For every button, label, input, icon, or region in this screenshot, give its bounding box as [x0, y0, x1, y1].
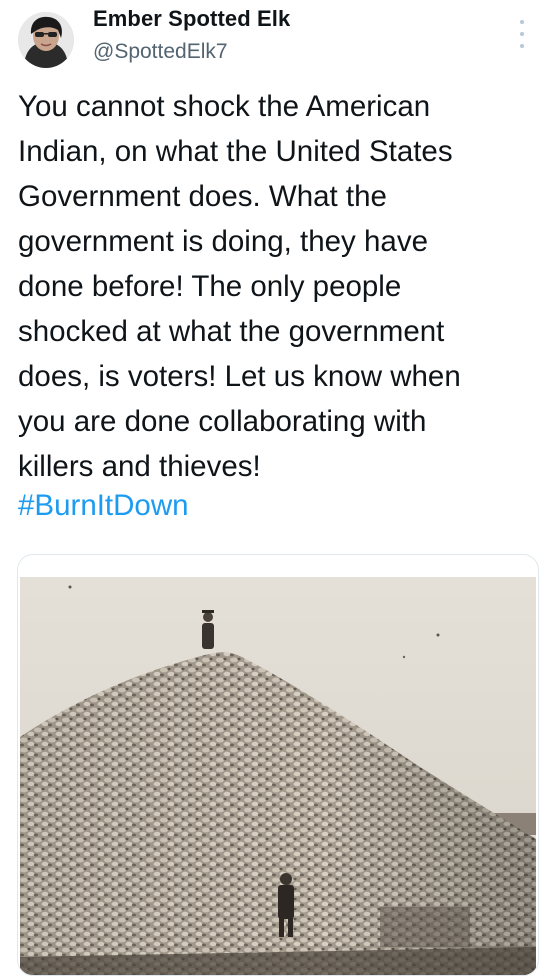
hashtag-link[interactable]: #BurnItDown [18, 483, 189, 528]
avatar[interactable] [18, 12, 74, 68]
bison-skull-pile-photo [20, 577, 536, 975]
more-dot [520, 44, 524, 48]
tweet-text-line: you are done collaborating with [18, 405, 427, 438]
more-vertical-icon[interactable] [514, 20, 530, 48]
media-photo[interactable] [20, 577, 536, 975]
avatar-image [18, 12, 74, 68]
tweet-text-line: does, is voters! Let us know when [18, 360, 461, 393]
tweet-header: Ember Spotted Elk @SpottedElk7 [0, 0, 553, 80]
author-handle[interactable]: @SpottedElk7 [93, 40, 228, 64]
more-dot [520, 20, 524, 24]
tweet-text-line: Indian, on what the United States [18, 135, 453, 168]
tweet-text-line: You cannot shock the American [18, 90, 431, 123]
media-card[interactable] [17, 554, 539, 976]
tweet-text-line: government is doing, they have [18, 225, 428, 258]
tweet-text-line: done before! The only people [18, 270, 402, 303]
man-on-top [202, 610, 214, 649]
tweet-text-line: Government does. What the [18, 180, 387, 213]
tweet-text-line: shocked at what the government [18, 315, 445, 348]
more-dot [520, 32, 524, 36]
tweet-body: You cannot shock the American Indian, on… [18, 84, 543, 489]
author-display-name[interactable]: Ember Spotted Elk [93, 6, 290, 32]
